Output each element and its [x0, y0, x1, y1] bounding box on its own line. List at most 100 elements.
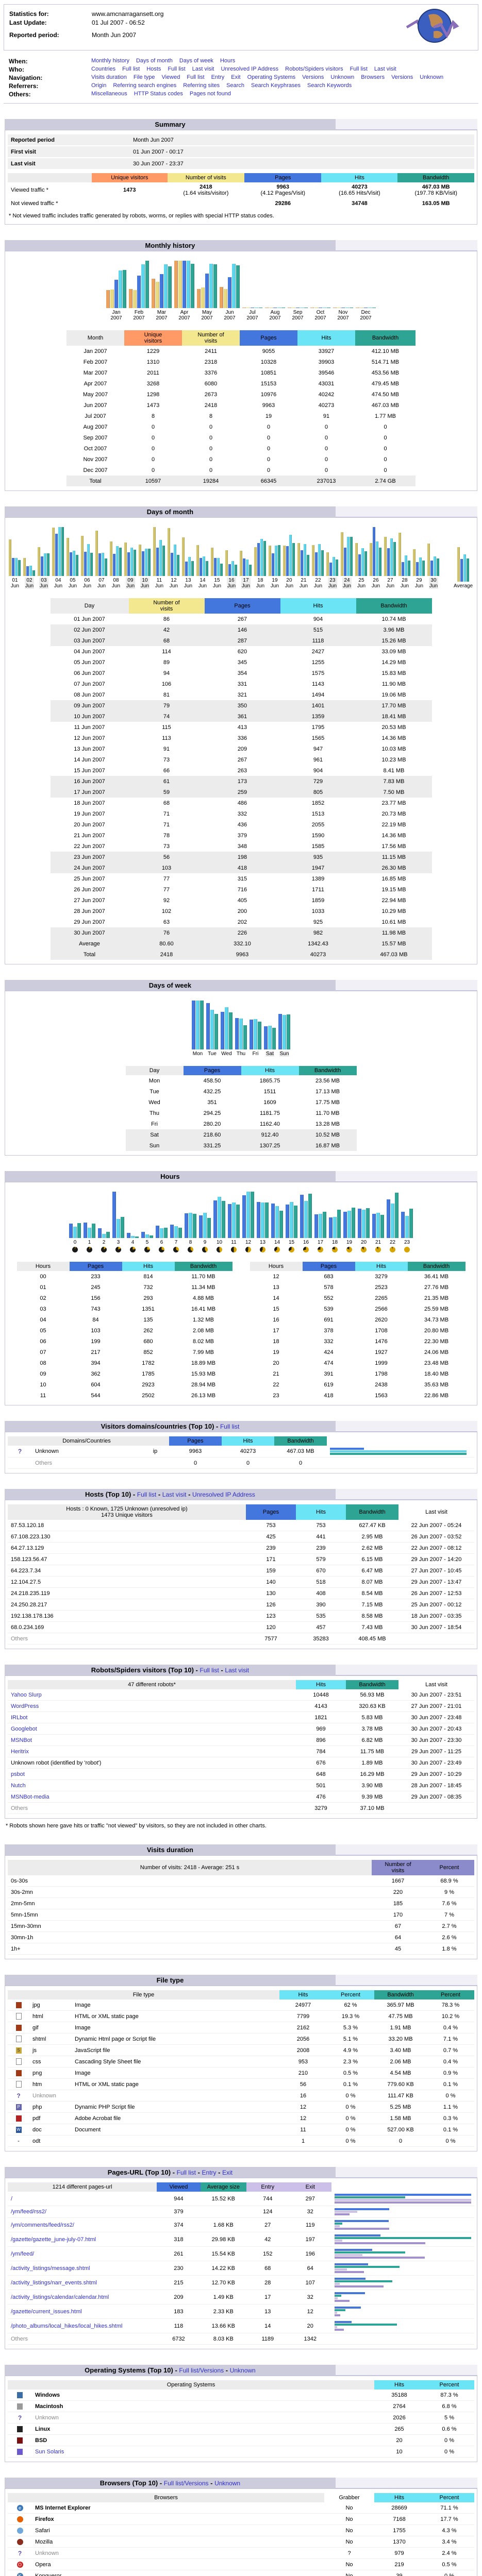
menu-link[interactable]: Versions [302, 74, 324, 80]
operating-systems-table: Operating Systems Hits Percent Windows 35188… [8, 2380, 474, 2458]
section-link[interactable]: Entry [202, 2169, 217, 2176]
menu-link[interactable]: Referring search engines [113, 82, 176, 89]
chart-category: 05 Jun [66, 527, 79, 589]
chart-category: Mar 2007 [151, 261, 172, 321]
link[interactable]: /gazette/current_issues.html [11, 2309, 82, 2315]
menu-link[interactable]: Versions [391, 74, 413, 80]
section-link[interactable]: Unknown [214, 2480, 240, 2487]
section-link[interactable]: Full list [220, 1423, 239, 1430]
link[interactable]: MSNBot-media [11, 1794, 49, 1800]
link[interactable]: /ym/comments/feed/rss2/ [11, 2222, 74, 2228]
chart-label: 02 Jun [24, 578, 35, 589]
menu-link[interactable]: Last visit [374, 66, 396, 72]
link[interactable]: /gazette/gazette_june-july-07.html [11, 2236, 96, 2243]
menu-link[interactable]: Days of week [179, 58, 213, 64]
menu-link[interactable]: Unknown [420, 74, 443, 80]
menu-link[interactable]: Miscellaneous [91, 91, 127, 97]
section-link[interactable]: Last visit [162, 1491, 187, 1498]
section-link[interactable]: Full list/Versions [179, 2367, 224, 2374]
menu-link[interactable]: Visits duration [91, 74, 127, 80]
link[interactable]: Nutch [11, 1783, 26, 1789]
menu-link[interactable]: Days of month [136, 58, 173, 64]
menu-link[interactable]: Full list [122, 66, 140, 72]
section-link[interactable]: Last visit [225, 1667, 249, 1674]
menu-link[interactable]: HTTP Status codes [134, 91, 183, 97]
menu-link[interactable]: Last visit [192, 66, 214, 72]
menu-link[interactable]: Countries [91, 66, 115, 72]
link[interactable]: /activity_listings/narr_events.shtml [11, 2280, 97, 2286]
bar [236, 1205, 240, 1238]
menu-link[interactable]: Robots/Spiders visitors [285, 66, 343, 72]
link[interactable]: MSNBot [11, 1737, 32, 1743]
menu-link[interactable]: Operating Systems [247, 74, 296, 80]
table-row: 30mn-1h 64 2.6 % [8, 1931, 474, 1943]
link[interactable]: WordPress [11, 1703, 39, 1709]
menu-link[interactable]: Search [226, 82, 244, 89]
chart-label: 2 [102, 1240, 106, 1245]
menu-link[interactable]: Hosts [146, 66, 161, 72]
menu-link[interactable]: Unresolved IP Address [221, 66, 278, 72]
link[interactable]: Googlebot [11, 1726, 37, 1732]
link[interactable]: /ym/feed/rss2/ [11, 2209, 46, 2215]
menu-link[interactable]: Monthly history [91, 58, 129, 64]
section-link[interactable]: Exit [222, 2169, 232, 2176]
chart-label: 10 [216, 1240, 223, 1245]
header-row: 1214 different pages-url Viewed Average si… [8, 2182, 474, 2192]
column-header: Pages [183, 1066, 241, 1075]
menu-link[interactable]: Search Keywords [307, 82, 352, 89]
link[interactable]: /activity_listings/calendar/calendar.htm… [11, 2294, 109, 2300]
section-link[interactable]: Full list/Versions [164, 2480, 209, 2487]
bar [236, 265, 240, 308]
chart-label: 01 Jun [10, 578, 20, 589]
section-link[interactable]: Unresolved IP Address [192, 1491, 255, 1498]
link[interactable]: /ym/feed/ [11, 2251, 34, 2257]
menu-link[interactable]: Unknown [330, 74, 354, 80]
link[interactable]: /activity_listings/message.shtml [11, 2265, 90, 2272]
section-link[interactable]: Full list [137, 1491, 156, 1498]
bar [73, 1227, 77, 1238]
link[interactable]: /photo_albums/local_hikes/local_hikes.sh… [11, 2323, 122, 2329]
bar [239, 1019, 243, 1049]
menu-link[interactable]: Viewed [161, 74, 180, 80]
chart-category: 17 [314, 1192, 327, 1252]
header-row: 47 different robots* Hits Bandwidth Last vi… [8, 1680, 474, 1689]
bar [321, 550, 324, 576]
doc-file-icon: W [15, 2126, 22, 2133]
menu-link[interactable]: Full list [187, 74, 204, 80]
column-header: Pages [302, 1262, 355, 1271]
section-link[interactable]: Full list [200, 1667, 219, 1674]
menu-link[interactable]: Referring sites [183, 82, 220, 89]
menu-link[interactable]: Origin [91, 82, 106, 89]
link[interactable]: / [11, 2196, 12, 2202]
link[interactable]: Heritrix [11, 1749, 29, 1755]
bar [116, 1219, 120, 1238]
menu-link[interactable]: Browsers [361, 74, 385, 80]
section-link[interactable]: Full list [177, 2169, 196, 2176]
table-row: 28 Jun 2007 102 200 1033 10.29 MB [74, 908, 406, 914]
menu-link[interactable]: Full list [350, 66, 368, 72]
menu-link[interactable]: Hours [220, 58, 235, 64]
bar [128, 289, 132, 308]
bar [11, 558, 14, 576]
bar [61, 527, 64, 576]
table-row: 20 474 1999 23.48 MB [273, 1360, 449, 1366]
menu-link[interactable]: File type [134, 74, 155, 80]
menu-link[interactable]: Entry [211, 74, 225, 80]
link[interactable]: Sun Solaris [35, 2449, 64, 2455]
link[interactable]: IRLbot [11, 1715, 27, 1721]
table-row: 15mn-30mn 67 2.7 % [8, 1920, 474, 1932]
link[interactable]: Yahoo Slurp [11, 1692, 42, 1698]
section-link[interactable]: Unknown [230, 2367, 256, 2374]
bar [249, 1020, 253, 1049]
column-header: Month [67, 330, 124, 346]
menu-link[interactable]: Full list [168, 66, 185, 72]
bar [205, 561, 208, 576]
section-title: Pages-URL (Top 10) [107, 2168, 171, 2176]
chart-label: 16 [303, 1240, 309, 1245]
menu-link[interactable]: Pages not found [190, 91, 231, 97]
chart-label: 23 Jun [327, 578, 338, 589]
table-row: 20 Jun 2007 71 436 2055 22.19 MB [74, 821, 406, 828]
menu-link[interactable]: Exit [231, 74, 240, 80]
menu-link[interactable]: Search Keyphrases [251, 82, 301, 89]
link[interactable]: psbot [11, 1771, 25, 1777]
